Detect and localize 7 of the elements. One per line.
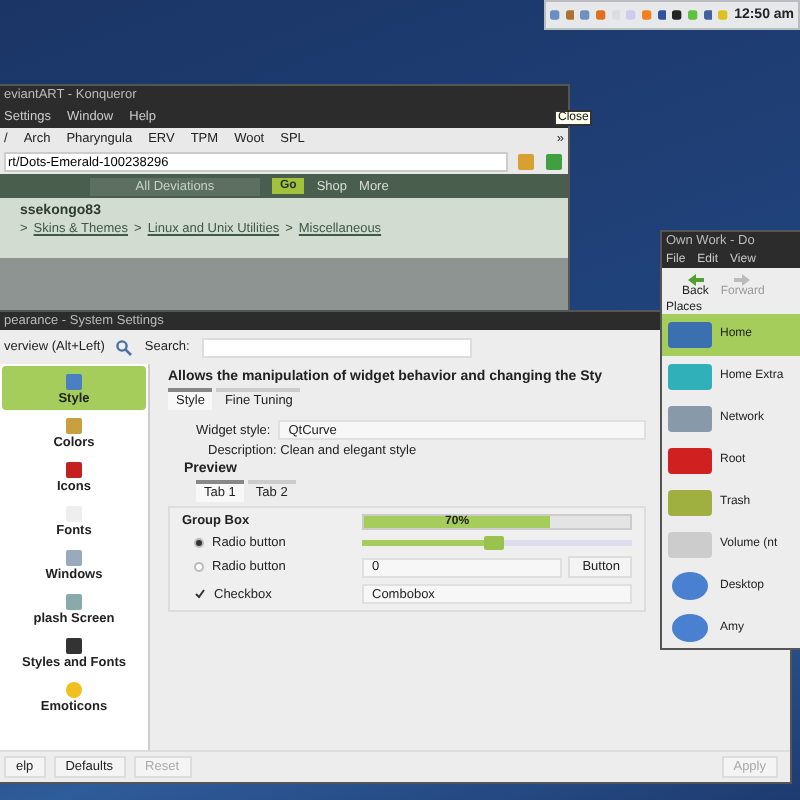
radio-button[interactable] bbox=[194, 562, 204, 572]
search-icon bbox=[116, 339, 133, 355]
search-field[interactable] bbox=[201, 337, 472, 357]
radio-button[interactable] bbox=[194, 538, 204, 548]
slider-track[interactable] bbox=[362, 540, 632, 546]
slider-handle[interactable] bbox=[484, 536, 505, 550]
checkbox[interactable] bbox=[194, 588, 206, 600]
